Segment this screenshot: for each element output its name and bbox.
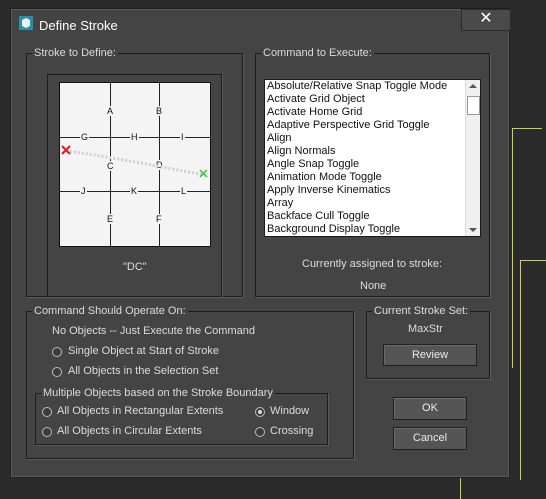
all-selection-label[interactable]: All Objects in the Selection Set bbox=[68, 365, 218, 377]
operate-on-legend: Command Should Operate On: bbox=[34, 305, 186, 317]
command-list-item[interactable]: Array bbox=[265, 197, 466, 210]
app-icon bbox=[19, 16, 33, 30]
command-list-item[interactable]: Backface Cull Toggle bbox=[265, 210, 466, 223]
command-list-item[interactable]: Align Normals bbox=[265, 145, 466, 158]
command-to-execute-legend: Command to Execute: bbox=[263, 47, 372, 59]
review-label: Review bbox=[411, 349, 449, 361]
assigned-label: Currently assigned to stroke: bbox=[302, 258, 443, 270]
stroke-to-define-legend: Stroke to Define: bbox=[34, 47, 116, 59]
window-radio[interactable] bbox=[255, 407, 265, 417]
scroll-up-icon[interactable] bbox=[469, 84, 477, 88]
scroll-thumb[interactable] bbox=[467, 96, 480, 115]
crossing-radio[interactable] bbox=[255, 427, 265, 437]
command-to-execute-group: Command to Execute: Absolute/Relative Sn… bbox=[255, 47, 490, 297]
stroke-set-name: MaxStr bbox=[408, 323, 443, 335]
viewport-line bbox=[460, 478, 461, 499]
viewport-line bbox=[520, 260, 521, 480]
scroll-down-icon[interactable] bbox=[469, 228, 477, 232]
command-list-item[interactable]: Angle Snap Toggle bbox=[265, 158, 466, 171]
window-title: Define Stroke bbox=[39, 18, 118, 33]
operate-on-group: Command Should Operate On: No Objects --… bbox=[26, 305, 354, 459]
command-list[interactable]: Absolute/Relative Snap Toggle Mode Activa… bbox=[264, 79, 481, 237]
viewport-line bbox=[512, 128, 542, 129]
title-bar: Define Stroke ✕ bbox=[11, 9, 511, 35]
stroke-grid[interactable]: A B G H I C D J K L E F bbox=[59, 82, 211, 247]
stroke-start-marker bbox=[61, 145, 71, 155]
command-list-scrollbar[interactable] bbox=[465, 80, 480, 236]
crossing-label[interactable]: Crossing bbox=[270, 425, 313, 437]
command-list-item[interactable]: Activate Home Grid bbox=[265, 106, 466, 119]
review-button[interactable]: Review bbox=[383, 344, 477, 366]
multiple-objects-legend: Multiple Objects based on the Stroke Bou… bbox=[43, 387, 273, 399]
command-list-item[interactable]: Activate Grid Object bbox=[265, 93, 466, 106]
viewport-line bbox=[512, 128, 513, 368]
command-list-item[interactable]: Background Display Toggle bbox=[265, 223, 466, 236]
cancel-button[interactable]: Cancel bbox=[393, 427, 467, 450]
stroke-canvas-frame: A B G H I C D J K L E F "DC" bbox=[47, 74, 222, 297]
command-list-item[interactable]: Animation Mode Toggle bbox=[265, 171, 466, 184]
single-object-label[interactable]: Single Object at Start of Stroke bbox=[68, 345, 219, 357]
stroke-to-define-group: Stroke to Define: A B G H I C D J K L E … bbox=[26, 47, 243, 297]
no-objects-label: No Objects -- Just Execute the Command bbox=[52, 325, 255, 337]
stroke-name: "DC" bbox=[123, 261, 147, 273]
stroke-path bbox=[61, 145, 208, 178]
command-list-item[interactable]: Align bbox=[265, 132, 466, 145]
rect-extents-radio[interactable] bbox=[42, 407, 52, 417]
ok-label: OK bbox=[422, 402, 438, 414]
window-label[interactable]: Window bbox=[270, 405, 309, 417]
circ-extents-radio[interactable] bbox=[42, 427, 52, 437]
command-list-item[interactable]: Absolute/Relative Snap Toggle Mode bbox=[265, 80, 466, 93]
command-list-item[interactable]: Apply Inverse Kinematics bbox=[265, 184, 466, 197]
define-stroke-dialog: Define Stroke ✕ Stroke to Define: A B G … bbox=[10, 8, 511, 478]
assigned-value: None bbox=[360, 280, 387, 292]
close-button[interactable]: ✕ bbox=[461, 9, 511, 31]
all-selection-radio[interactable] bbox=[52, 367, 62, 377]
command-list-items: Absolute/Relative Snap Toggle Mode Activa… bbox=[265, 80, 466, 236]
rect-extents-label[interactable]: All Objects in Rectangular Extents bbox=[57, 405, 223, 417]
single-object-radio[interactable] bbox=[52, 347, 62, 357]
circ-extents-label[interactable]: All Objects in Circular Extents bbox=[57, 425, 202, 437]
current-stroke-set-group: Current Stroke Set: MaxStr Review bbox=[366, 305, 490, 379]
current-stroke-set-legend: Current Stroke Set: bbox=[374, 305, 469, 317]
ok-button[interactable]: OK bbox=[393, 397, 467, 420]
cancel-label: Cancel bbox=[412, 432, 448, 444]
multiple-objects-group: Multiple Objects based on the Stroke Bou… bbox=[35, 387, 328, 445]
close-icon: ✕ bbox=[479, 10, 493, 27]
viewport-line bbox=[520, 260, 546, 261]
command-list-item[interactable]: Adaptive Perspective Grid Toggle bbox=[265, 119, 466, 132]
